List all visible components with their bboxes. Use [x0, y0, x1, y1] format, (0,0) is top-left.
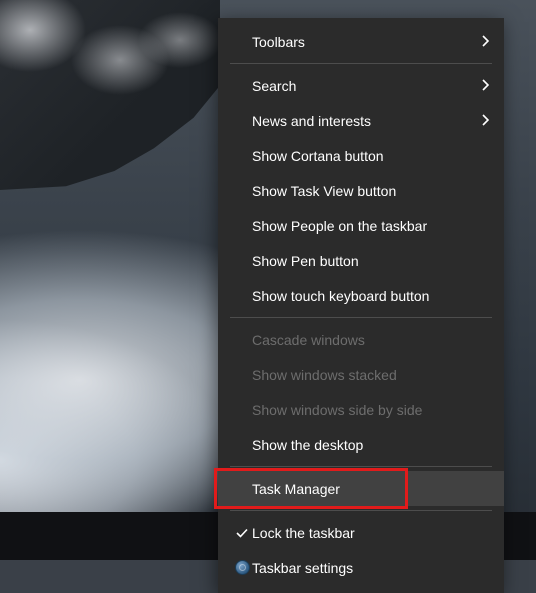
menu-item-search[interactable]: Search [218, 68, 504, 103]
menu-item-cascade: Cascade windows [218, 322, 504, 357]
chevron-right-icon [474, 113, 490, 129]
menu-item-label: Show Pen button [252, 253, 490, 269]
menu-item-label: Cascade windows [252, 332, 490, 348]
menu-item-stacked: Show windows stacked [218, 357, 504, 392]
menu-item-label: Search [252, 78, 474, 94]
menu-item-touchkb[interactable]: Show touch keyboard button [218, 278, 504, 313]
chevron-right-icon [474, 78, 490, 94]
gear-icon [235, 560, 250, 575]
menu-item-label: News and interests [252, 113, 474, 129]
menu-item-label: Show People on the taskbar [252, 218, 490, 234]
menu-separator [230, 63, 492, 64]
menu-item-toolbars[interactable]: Toolbars [218, 24, 504, 59]
menu-item-pen[interactable]: Show Pen button [218, 243, 504, 278]
wallpaper-rock [0, 0, 220, 190]
menu-item-taskview[interactable]: Show Task View button [218, 173, 504, 208]
menu-item-label: Show windows side by side [252, 402, 490, 418]
menu-item-label: Task Manager [252, 481, 490, 497]
menu-separator [230, 466, 492, 467]
menu-item-label: Show windows stacked [252, 367, 490, 383]
menu-item-label: Toolbars [252, 34, 474, 50]
check-icon [232, 526, 252, 540]
chevron-right-icon [474, 34, 490, 50]
menu-item-cortana[interactable]: Show Cortana button [218, 138, 504, 173]
menu-item-people[interactable]: Show People on the taskbar [218, 208, 504, 243]
menu-item-label: Show the desktop [252, 437, 490, 453]
menu-item-label: Show Cortana button [252, 148, 490, 164]
taskbar-context-menu: Toolbars Search News and interests Show Cor… [218, 18, 504, 593]
menu-item-settings[interactable]: Taskbar settings [218, 550, 504, 585]
menu-item-desktop[interactable]: Show the desktop [218, 427, 504, 462]
menu-item-label: Lock the taskbar [252, 525, 490, 541]
menu-item-taskmgr[interactable]: Task Manager [218, 471, 504, 506]
menu-item-lock[interactable]: Lock the taskbar [218, 515, 504, 550]
menu-item-label: Show Task View button [252, 183, 490, 199]
menu-separator [230, 510, 492, 511]
menu-item-label: Taskbar settings [252, 560, 490, 576]
menu-separator [230, 317, 492, 318]
menu-item-news[interactable]: News and interests [218, 103, 504, 138]
menu-item-sidebyside: Show windows side by side [218, 392, 504, 427]
menu-item-label: Show touch keyboard button [252, 288, 490, 304]
